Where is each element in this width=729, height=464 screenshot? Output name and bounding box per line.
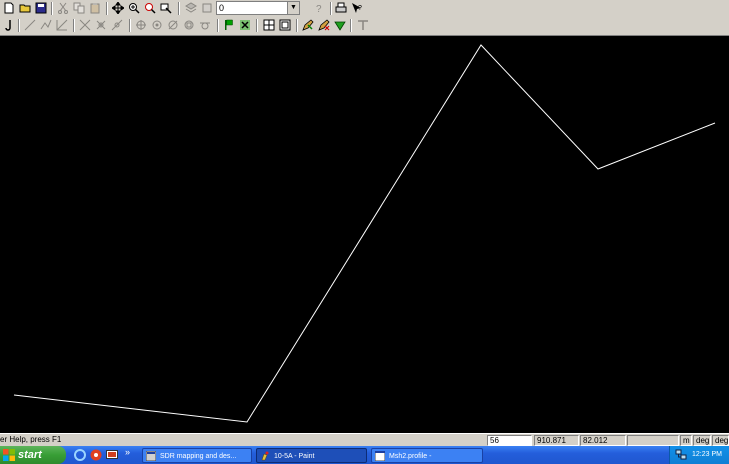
text-icon[interactable]	[356, 18, 370, 32]
whats-this-icon[interactable]: ?	[350, 1, 364, 15]
snap-center-icon[interactable]	[166, 18, 180, 32]
open-icon[interactable]	[18, 1, 32, 15]
task-paint[interactable]: 10-5A - Paint	[256, 448, 367, 463]
profile-line	[13, 44, 716, 423]
status-coord-x: 910.871	[534, 435, 579, 446]
new-icon[interactable]	[2, 1, 16, 15]
print-icon[interactable]	[334, 1, 348, 15]
start-label: start	[18, 449, 42, 461]
checkmark-icon[interactable]	[333, 18, 347, 32]
clock: 12:23 PM	[692, 451, 722, 458]
save-icon[interactable]	[34, 1, 48, 15]
paint-icon	[261, 451, 269, 461]
delete-point-icon[interactable]	[238, 18, 252, 32]
system-tray: 12:23 PM	[669, 446, 729, 464]
status-unit-2: deg	[693, 435, 711, 446]
flag-icon[interactable]	[222, 18, 236, 32]
arc-icon[interactable]	[55, 18, 69, 32]
windows-logo-icon	[3, 449, 15, 461]
layer-value: 0	[219, 3, 225, 13]
layer-dropdown[interactable]: 0 ▼	[216, 1, 300, 15]
task-label: Msh2.profile -	[389, 453, 432, 460]
taskbar: start » SDR mapping and des... 10-5A - P…	[0, 446, 729, 464]
draw-icon[interactable]	[2, 18, 16, 32]
task-msh2-profile[interactable]: Msh2.profile -	[371, 448, 483, 463]
status-bar: er Help, press F1 56 910.871 82.012 m de…	[0, 433, 729, 446]
status-field-elevation: 56	[487, 435, 532, 446]
svg-text:?: ?	[316, 4, 322, 14]
start-button[interactable]: start	[0, 446, 66, 464]
polyline-icon[interactable]	[39, 18, 53, 32]
zoom-in-icon[interactable]	[127, 1, 141, 15]
help-icon[interactable]: ?	[312, 1, 326, 15]
drawing-canvas[interactable]	[0, 36, 729, 433]
line-icon[interactable]	[23, 18, 37, 32]
layer-props-icon[interactable]	[200, 1, 214, 15]
cut-icon[interactable]	[56, 1, 70, 15]
grid-icon[interactable]	[262, 18, 276, 32]
snap-mid-icon[interactable]	[150, 18, 164, 32]
snap-icon[interactable]	[110, 18, 124, 32]
pan-icon[interactable]	[111, 1, 125, 15]
pencil-cross-icon[interactable]	[317, 18, 331, 32]
layer-icon[interactable]	[184, 1, 198, 15]
snap-node-icon[interactable]	[182, 18, 196, 32]
quicklaunch-overflow[interactable]: »	[125, 447, 130, 457]
zoom-previous-icon[interactable]	[159, 1, 173, 15]
task-sdr-mapping[interactable]: SDR mapping and des...	[142, 448, 252, 463]
rectangle-icon[interactable]	[94, 18, 108, 32]
paste-icon[interactable]	[88, 1, 102, 15]
ortho-icon[interactable]	[278, 18, 292, 32]
zoom-window-icon[interactable]	[143, 1, 157, 15]
task-label: 10-5A - Paint	[274, 453, 315, 460]
main-toolbar: 0 ▼ ? ?	[0, 0, 729, 17]
app-window-icon	[146, 451, 156, 461]
task-label: SDR mapping and des...	[160, 453, 237, 460]
status-unit-3: deg	[712, 435, 729, 446]
snap-end-icon[interactable]	[134, 18, 148, 32]
status-coord-y: 82.012	[580, 435, 626, 446]
status-help-text: er Help, press F1	[0, 435, 62, 444]
media-player-icon[interactable]	[90, 449, 102, 461]
network-icon[interactable]	[675, 449, 687, 461]
svg-text:?: ?	[358, 5, 362, 12]
show-desktop-icon[interactable]	[106, 449, 118, 461]
app-window-icon	[375, 451, 385, 461]
copy-icon[interactable]	[72, 1, 86, 15]
chevron-down-icon[interactable]: ▼	[287, 2, 299, 14]
pencil-check-icon[interactable]	[301, 18, 315, 32]
snap-tangent-icon[interactable]	[198, 18, 212, 32]
drawing-toolbar	[0, 17, 729, 36]
internet-explorer-icon[interactable]	[74, 449, 86, 461]
status-unit-1: m	[680, 435, 692, 446]
circle-icon[interactable]	[78, 18, 92, 32]
status-field-empty	[627, 435, 679, 446]
